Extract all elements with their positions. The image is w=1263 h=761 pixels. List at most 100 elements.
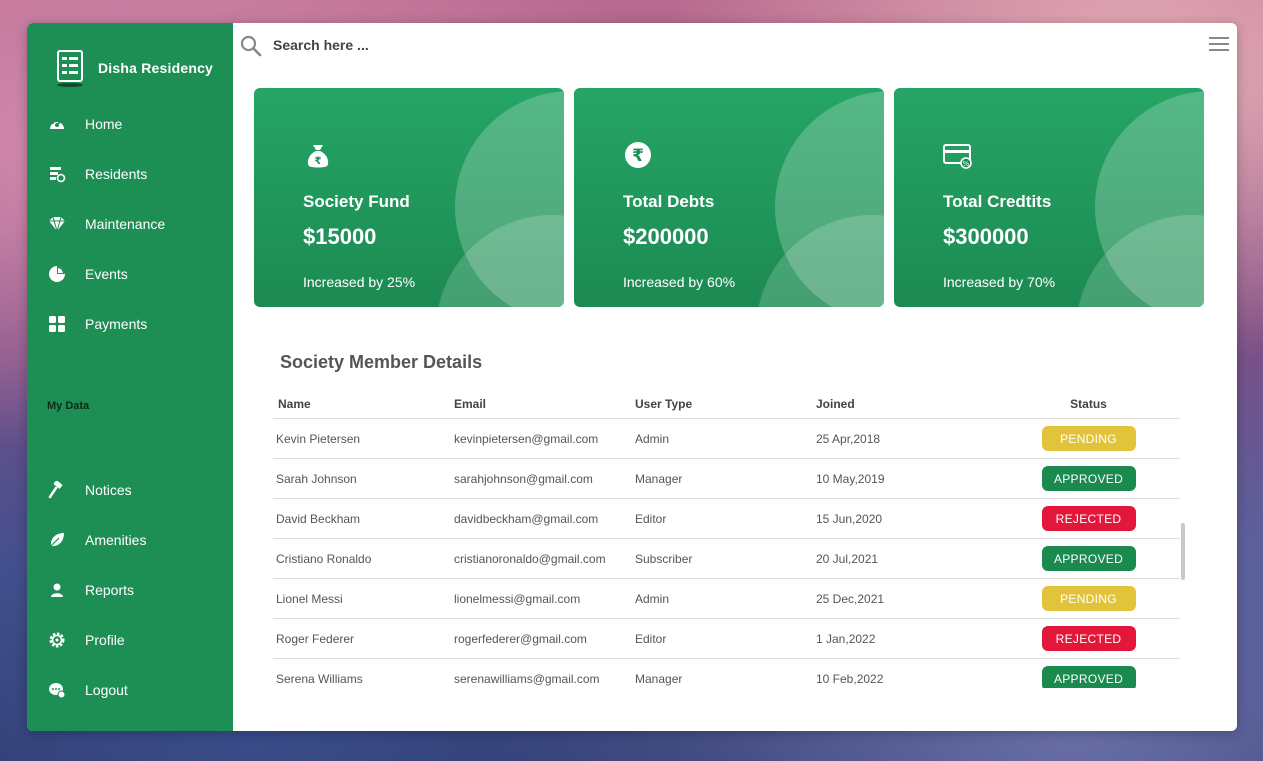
stat-card-society-fund: ₹ Society Fund $15000 Increased by 25% xyxy=(254,88,564,307)
member-user-type: Editor xyxy=(635,631,667,646)
sidebar-item-label: Maintenance xyxy=(85,216,166,232)
building-list-icon xyxy=(55,49,85,87)
status-cell: PENDING xyxy=(997,586,1180,611)
member-user-type: Subscriber xyxy=(635,551,693,566)
table-row[interactable]: Cristiano Ronaldo cristianoronaldo@gmail.… xyxy=(273,539,1180,579)
table-row[interactable]: Kevin Pietersen kevinpietersen@gmail.com A… xyxy=(273,419,1180,459)
sidebar-item-home[interactable]: Home xyxy=(47,114,122,134)
table-body: Kevin Pietersen kevinpietersen@gmail.com A… xyxy=(273,419,1180,688)
member-email: sarahjohnson@gmail.com xyxy=(454,471,593,486)
member-joined-date: 1 Jan,2022 xyxy=(816,631,876,646)
stat-card-total-credits: % Total Credtits $300000 Increased by 70… xyxy=(894,88,1204,307)
status-cell: REJECTED xyxy=(997,506,1180,531)
gear-icon xyxy=(47,630,67,650)
status-cell: APPROVED xyxy=(997,546,1180,571)
sidebar-item-residents[interactable]: Residents xyxy=(47,164,147,184)
card-decoration xyxy=(436,215,564,307)
search-icon[interactable] xyxy=(240,35,262,62)
column-header-name: Name xyxy=(278,397,311,411)
card-subtitle: Increased by 60% xyxy=(623,274,736,290)
sidebar-item-notices[interactable]: Notices xyxy=(47,480,132,500)
member-user-type: Editor xyxy=(635,511,667,526)
sidebar-section-label: My Data xyxy=(47,400,90,412)
sidebar-item-label: Home xyxy=(85,116,123,132)
member-email: serenawilliams@gmail.com xyxy=(454,671,600,686)
column-header-user-type: User Type xyxy=(635,397,693,411)
card-value: $300000 xyxy=(943,224,1029,249)
status-badge[interactable]: PENDING xyxy=(1041,426,1136,451)
card-subtitle: Increased by 25% xyxy=(303,274,416,290)
table-header: Name Email User Type Joined Status xyxy=(273,390,1180,419)
sidebar-item-maintenance[interactable]: Maintenance xyxy=(47,214,165,234)
stat-card-total-debts: ₹ Total Debts $200000 Increased by 60% xyxy=(574,88,884,307)
grid-icon xyxy=(47,314,67,334)
sidebar-item-logout[interactable]: Logout xyxy=(47,680,128,700)
member-email: cristianoronaldo@gmail.com xyxy=(454,551,606,566)
sidebar-item-label: Residents xyxy=(85,166,148,182)
rupee-coin-icon: ₹ xyxy=(623,140,653,170)
table-row[interactable]: David Beckham davidbeckham@gmail.com Edito… xyxy=(273,499,1180,539)
column-header-status: Status xyxy=(1070,397,1107,411)
table-row[interactable]: Lionel Messi lionelmessi@gmail.com Admin 25… xyxy=(273,579,1180,619)
main-content: ₹ Society Fund $15000 Increased by 25% ₹… xyxy=(233,23,1237,731)
sidebar-item-payments[interactable]: Payments xyxy=(47,314,147,334)
hammer-icon xyxy=(47,480,67,500)
status-badge[interactable]: REJECTED xyxy=(1041,626,1136,651)
card-value: $15000 xyxy=(303,224,377,249)
member-joined-date: 20 Jul,2021 xyxy=(816,551,879,566)
status-badge[interactable]: PENDING xyxy=(1041,586,1136,611)
card-title: Total Debts xyxy=(623,192,715,211)
member-name: Cristiano Ronaldo xyxy=(276,551,372,566)
sidebar-item-label: Events xyxy=(85,266,128,282)
member-email: davidbeckham@gmail.com xyxy=(454,511,599,526)
status-cell: REJECTED xyxy=(997,626,1180,651)
search-input[interactable] xyxy=(273,35,673,55)
member-name: David Beckham xyxy=(276,511,361,526)
dashboard-gauge-icon xyxy=(47,114,67,134)
svg-text:₹: ₹ xyxy=(315,156,322,167)
member-name: Lionel Messi xyxy=(276,591,343,606)
status-badge[interactable]: APPROVED xyxy=(1041,546,1136,571)
sidebar-item-profile[interactable]: Profile xyxy=(47,630,125,650)
card-value: $200000 xyxy=(623,224,709,249)
brand-name: Disha Residency xyxy=(98,60,214,76)
column-header-joined: Joined xyxy=(816,397,855,411)
members-table: Name Email User Type Joined Status Kevin… xyxy=(273,390,1180,688)
sidebar-item-label: Notices xyxy=(85,482,132,498)
table-row[interactable]: Roger Federer rogerfederer@gmail.com Edito… xyxy=(273,619,1180,659)
status-badge[interactable]: APPROVED xyxy=(1041,466,1136,491)
sidebar-item-amenities[interactable]: Amenities xyxy=(47,530,146,550)
member-name: Roger Federer xyxy=(276,631,355,646)
user-icon xyxy=(47,580,67,600)
member-name: Kevin Pietersen xyxy=(276,431,361,446)
sidebar-item-label: Reports xyxy=(85,582,135,598)
card-title: Total Credtits xyxy=(943,192,1052,211)
sidebar-item-label: Profile xyxy=(85,632,125,648)
member-joined-date: 10 Feb,2022 xyxy=(816,671,884,686)
status-cell: PENDING xyxy=(997,426,1180,451)
hamburger-menu-icon[interactable] xyxy=(1209,37,1229,53)
chat-icon xyxy=(47,680,67,700)
leaf-icon xyxy=(47,530,67,550)
table-scrollbar[interactable] xyxy=(1181,523,1185,580)
status-cell: APPROVED xyxy=(997,666,1180,688)
member-user-type: Manager xyxy=(635,471,683,486)
status-badge[interactable]: REJECTED xyxy=(1041,506,1136,531)
table-row[interactable]: Serena Williams serenawilliams@gmail.com M… xyxy=(273,659,1180,688)
brand[interactable]: Disha Residency xyxy=(55,49,213,87)
sidebar-item-label: Amenities xyxy=(85,532,147,548)
status-cell: APPROVED xyxy=(997,466,1180,491)
table-row[interactable]: Sarah Johnson sarahjohnson@gmail.com Manag… xyxy=(273,459,1180,499)
section-title: Society Member Details xyxy=(280,352,483,372)
member-email: kevinpietersen@gmail.com xyxy=(454,431,599,446)
member-name: Serena Williams xyxy=(276,671,363,686)
app-window: Disha Residency Home Residents Maintenan… xyxy=(27,23,1237,731)
sidebar-item-events[interactable]: Events xyxy=(47,264,128,284)
sidebar-item-label: Logout xyxy=(85,682,128,698)
money-bag-icon: ₹ xyxy=(303,140,333,170)
residents-list-icon xyxy=(47,164,67,184)
sidebar-item-reports[interactable]: Reports xyxy=(47,580,134,600)
member-user-type: Admin xyxy=(635,431,670,446)
status-badge[interactable]: APPROVED xyxy=(1041,666,1136,688)
svg-text:%: % xyxy=(963,160,970,168)
